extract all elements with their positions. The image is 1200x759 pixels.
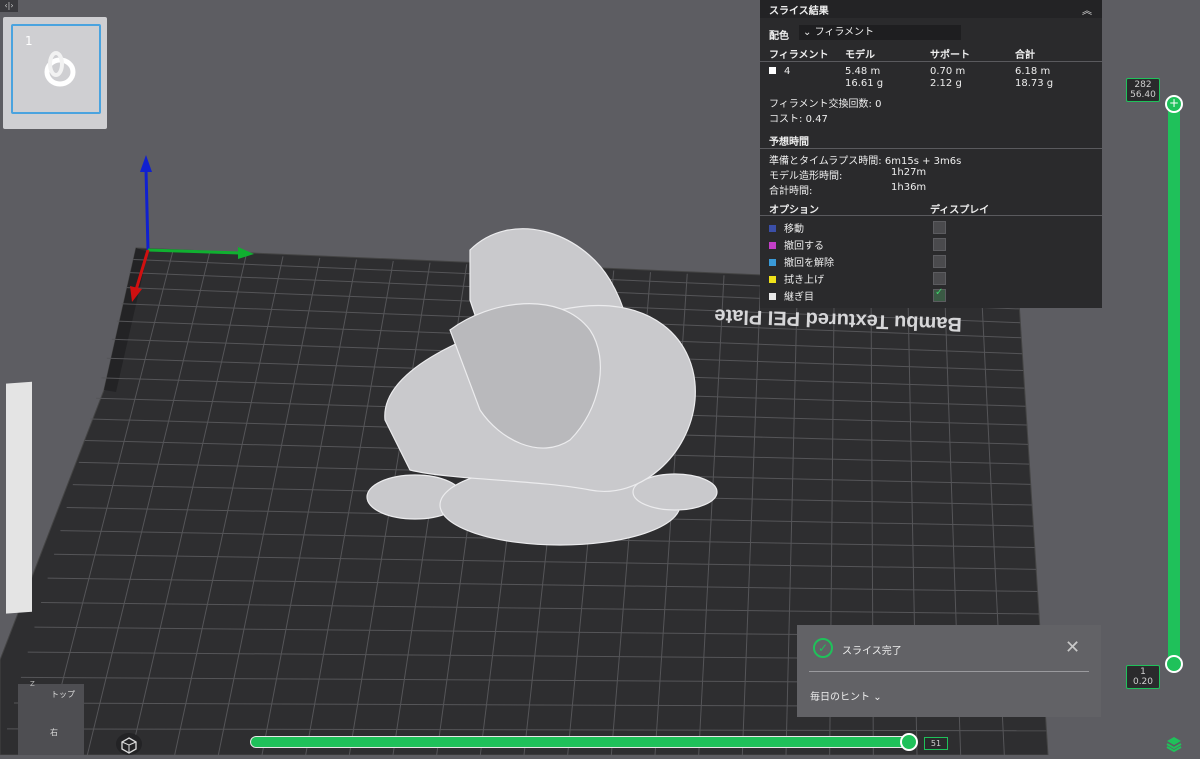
cube-icon [121,737,137,754]
option-display-checkbox[interactable] [933,238,946,251]
move-slider-track[interactable] [250,736,910,748]
notification-title: スライス完了 [842,646,902,657]
slice-results-header[interactable]: スライス結果 ︽ [760,0,1102,18]
layers-icon[interactable] [1165,735,1183,753]
move-slider-handle[interactable] [900,733,918,751]
support-length: 0.70 m [930,66,966,77]
model-preview-icon [44,51,76,87]
option-display-checkbox[interactable]: ✓ [933,287,946,302]
close-icon[interactable]: ✕ [1065,637,1080,658]
move-slider-value: 51 [924,737,948,750]
z-axis [144,169,150,251]
display-header: ディスプレイ [930,205,990,216]
options-header: オプション [769,205,819,216]
layer-slider-track[interactable] [1168,100,1180,666]
option-row: 拭き上げ [769,271,824,286]
option-row: 移動 [769,220,804,235]
panel-title: スライス結果 [769,5,829,17]
slice-results-panel: スライス結果 ︽ 配色 ⌄ フィラメント フィラメント モデル サポート 合計 … [760,0,1102,308]
bottom-layer-handle[interactable] [1165,655,1183,673]
option-label: 拭き上げ [784,275,824,286]
slice-complete-notification: ✓ スライス完了 ✕ 毎日のヒント ⌄ [797,625,1101,717]
option-label: 移動 [784,224,804,235]
view-cube-right[interactable]: 右 [50,727,58,738]
option-row: 撤回を解除 [769,254,834,269]
total-time-label: 合計時間: [769,186,813,197]
model-print-time-label: モデル造形時間: [769,171,843,182]
cost: コスト: 0.47 [769,114,828,125]
color-scheme-dropdown[interactable]: ⌄ フィラメント [799,25,961,40]
option-row: 継ぎ目 [769,288,814,303]
model-print-time-value: 1h27m [891,167,927,178]
header-support: サポート [930,50,970,61]
estimated-time-title: 予想時間 [769,137,809,148]
model-length: 5.48 m [845,66,881,77]
isometric-view-button[interactable] [116,733,142,755]
option-display-checkbox[interactable] [933,272,946,285]
filament-id: 4 [769,66,790,77]
plate-thumbnail[interactable]: 1 [3,17,107,129]
header-model: モデル [845,50,875,61]
collapse-chevron-icon[interactable]: ︽ [1082,2,1092,17]
option-label: 継ぎ目 [784,292,814,303]
option-label: 撤回を解除 [784,258,834,269]
check-circle-icon: ✓ [813,638,833,658]
top-layer-handle[interactable]: + [1165,95,1183,113]
chevron-down-icon: ⌄ [873,692,882,703]
option-color-swatch [769,241,776,249]
color-scheme-value: フィラメント [814,27,875,38]
z-axis-label: Z [30,680,35,688]
header-total: 合計 [1015,50,1035,61]
collapse-sidebar-button[interactable]: ‹|› [0,0,18,12]
prep-time: 準備とタイムラプス時間: 6m15s + 3m6s [769,156,962,167]
option-color-swatch [769,275,776,283]
total-time-value: 1h36m [891,182,927,193]
plate-number: 1 [25,34,33,48]
option-row: 撤回する [769,237,824,252]
view-cube[interactable]: Z トップ 右 [18,680,84,755]
total-length: 6.18 m [1015,66,1051,77]
option-display-checkbox[interactable] [933,255,946,268]
option-display-checkbox[interactable] [933,221,946,234]
chevron-down-icon: ⌄ [803,27,815,38]
filament-color-swatch [769,66,776,74]
plate-edge-label [6,381,32,614]
support-weight: 2.12 g [930,78,962,89]
model-weight: 16.61 g [845,78,884,89]
view-cube-top[interactable]: トップ [51,689,75,700]
option-label: 撤回する [784,241,824,252]
total-weight: 18.73 g [1015,78,1054,89]
filament-changes: フィラメント交換回数: 0 [769,99,882,110]
option-color-swatch [769,258,776,266]
plate-thumbnail-frame: 1 [11,24,101,114]
bottom-layer-label: 1 0.20 [1126,665,1160,689]
option-color-swatch [769,292,776,300]
top-layer-label: 282 56.40 [1126,78,1160,102]
daily-tip-link[interactable]: 毎日のヒント ⌄ [810,688,882,703]
option-color-swatch [769,224,776,232]
color-scheme-label: 配色 [769,31,789,42]
header-filament: フィラメント [769,50,829,61]
